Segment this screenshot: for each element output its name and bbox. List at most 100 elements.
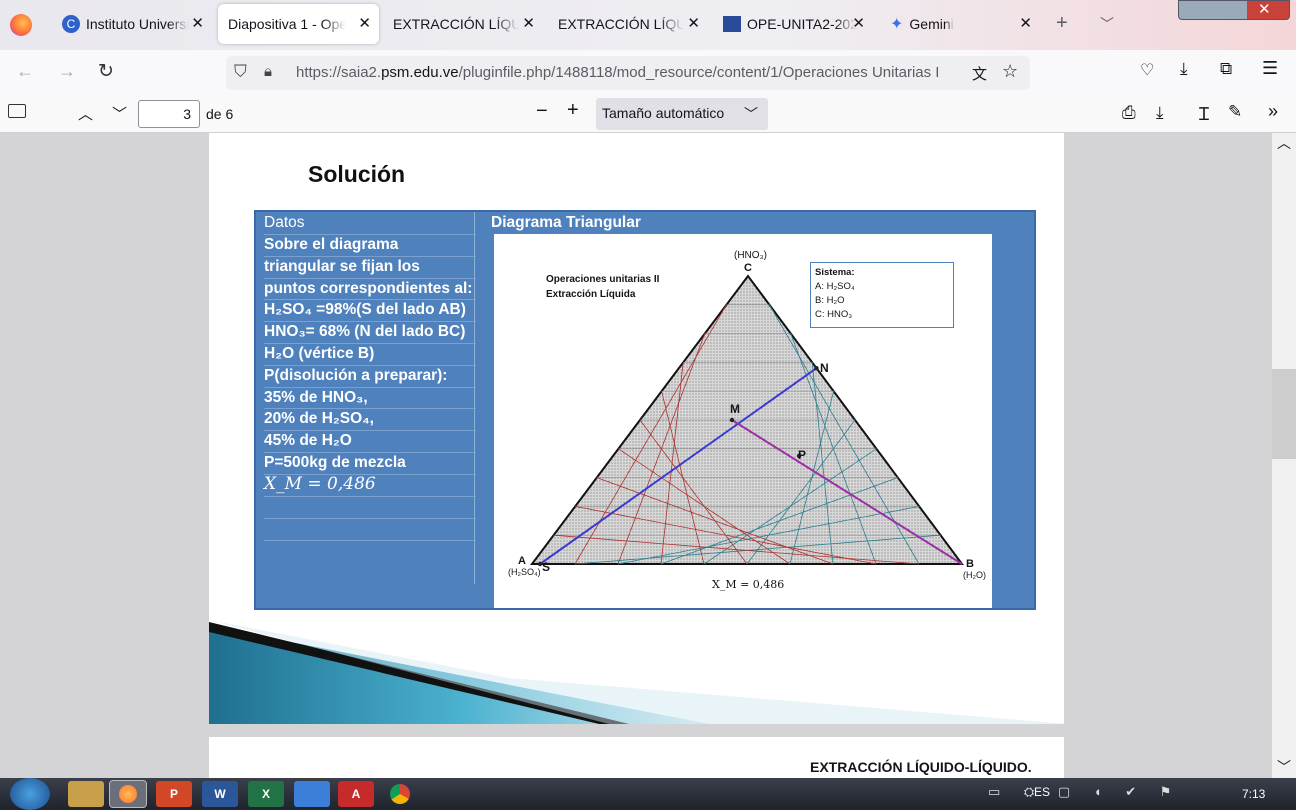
sistema-title: Sistema: [815,267,855,278]
download-icon[interactable]: ⤓ [1180,59,1188,79]
gemini-icon: ✦ [890,16,904,33]
chrome-icon[interactable] [382,781,418,807]
tab-extraccion-2[interactable]: EXTRACCIÓN LÍQUID ✕ [548,4,708,44]
point-n: N [820,361,829,375]
close-icon[interactable]: ✕ [852,14,865,32]
close-icon[interactable]: ✕ [522,14,535,32]
close-icon[interactable]: ✕ [1019,14,1032,32]
clock: 7:13 [1242,787,1266,801]
vertex-b: B [966,558,974,570]
data-line: 45% de H₂O [264,432,352,450]
site-icon: C [62,15,80,33]
lock-icon[interactable]: 🔒︎ [264,63,272,80]
tray-icons[interactable]: ▭ ⛭ ▢ ◖ ✔ ⚑ [988,784,1218,804]
app-icon[interactable] [294,781,330,807]
zoom-select[interactable]: Tamaño automático ﹀ [596,98,768,130]
tab-gemini[interactable]: ✦ Gemini ✕ [880,4,1040,44]
new-tab-icon[interactable]: + [1056,12,1068,35]
xm-value: X_M = 0,486 [264,474,376,494]
page-count: de 6 [206,106,234,122]
pdf-page-2: EXTRACCIÓN LÍQUIDO-LÍQUIDO. [209,737,1064,778]
scroll-up-icon[interactable]: ︿ [1277,133,1291,153]
pdf-viewer[interactable]: Solución Datos Diagrama Triangular Sobre… [0,133,1296,778]
sidebar-toggle-icon[interactable] [8,104,26,118]
row-line [264,540,476,541]
back-icon[interactable]: ← [16,61,34,82]
tab-instituto[interactable]: C Instituto Universi ✕ [52,4,212,44]
diagram-xm: X_M = 0,486 [712,578,785,591]
data-line: 20% de H₂SO₄, [264,410,374,428]
scroll-thumb[interactable] [1272,369,1296,459]
draw-icon[interactable]: ✎ [1228,102,1242,122]
chevron-down-icon: ﹀ [744,106,758,122]
diagram-title-1: Operaciones unitarias II [546,274,660,285]
firefox-icon[interactable] [10,14,32,36]
bookmark-manager-icon[interactable]: ♡ [1140,60,1154,80]
point-p: P [798,448,807,462]
table-divider [474,212,475,584]
chevron-up-icon[interactable]: ︿ [78,103,93,124]
data-line: H₂O (vértice B) [264,345,375,362]
zoom-in-icon[interactable]: + [567,99,579,122]
zoom-select-value: Tamaño automático [602,105,725,121]
explorer-icon[interactable] [68,781,104,807]
chevron-down-icon[interactable]: ﹀ [112,103,127,124]
window-controls[interactable] [1178,0,1290,20]
start-button[interactable] [10,778,50,810]
scroll-down-icon[interactable]: ﹀ [1277,757,1291,777]
tab-ope-unita[interactable]: OPE-UNITA2-202 ✕ [713,4,873,44]
label-hno3: (HNO₃) [734,250,767,261]
data-line: puntos correspondientes al: [264,279,473,297]
triangle-diagram: Operaciones unitarias II Extracción Líqu… [494,234,992,608]
forward-icon[interactable]: → [58,61,76,82]
diagram-title-2: Extracción Líquida [546,289,636,300]
vertex-a: A [518,555,526,567]
row-line [264,496,476,497]
tab-bar: C Instituto Universi ✕ Diapositiva 1 - O… [0,0,1296,50]
chevron-down-icon[interactable]: ﹀ [1100,14,1114,34]
tab-label: Instituto Universi [86,16,190,32]
menu-icon[interactable]: ☰ [1262,58,1278,79]
extensions-icon[interactable]: ⧉ [1220,59,1232,79]
word-icon[interactable]: W [202,781,238,807]
reload-icon[interactable]: ↻ [98,60,114,83]
save-icon[interactable]: ⤓ [1156,103,1164,123]
url-text[interactable]: https://saia2.psm.edu.ve/pluginfile.php/… [296,64,956,81]
row-line [264,518,476,519]
more-tools-icon[interactable]: » [1268,101,1278,122]
zoom-out-icon[interactable]: − [536,100,548,123]
sistema-box: Sistema: A: H₂SO₄ B: H₂O C: HNO₃ [810,262,954,328]
close-icon[interactable]: ✕ [687,14,700,32]
label-h2o: (H₂O) [963,570,986,580]
page-number-input[interactable]: 3 [138,100,200,128]
text-tool-icon[interactable]: Ɪ [1199,102,1209,126]
firefox-taskbar-icon[interactable] [109,780,147,808]
close-window-icon[interactable]: ✕ [1258,0,1271,18]
tab-label: EXTRACCIÓN LÍQUID [558,16,684,32]
excel-icon[interactable]: X [248,781,284,807]
shield-icon[interactable]: ⛉ [234,62,247,82]
tab-extraccion-1[interactable]: EXTRACCIÓN LÍQUID ✕ [383,4,543,44]
column-header-diagram: Diagrama Triangular [491,214,641,231]
translate-icon[interactable]: 文 [972,63,987,84]
print-icon[interactable]: ⎙ [1122,103,1136,123]
pdf-doc-icon [723,16,741,32]
vertex-c: C [744,262,752,274]
close-icon[interactable]: ✕ [358,14,371,32]
star-icon[interactable]: ☆ [1002,61,1018,82]
slide-heading: Solución [308,161,406,187]
data-line: Sobre el diagrama [264,236,399,253]
scrollbar[interactable]: ︿ ﹀ [1272,133,1296,778]
tab-label: EXTRACCIÓN LÍQUID [393,16,519,32]
close-icon[interactable]: ✕ [191,14,204,32]
page2-heading: EXTRACCIÓN LÍQUIDO-LÍQUIDO. [810,759,1032,775]
data-line: P=500kg de mezcla [264,454,406,471]
tab-diapositiva[interactable]: Diapositiva 1 - Opera ✕ [218,4,379,44]
acrobat-icon[interactable]: A [338,781,374,807]
url-bar[interactable]: ⛉ 🔒︎ https://saia2.psm.edu.ve/pluginfile… [226,56,1030,90]
point-marker [814,365,819,371]
point-marker [729,417,735,423]
powerpoint-icon[interactable]: P [156,781,192,807]
tab-label: OPE-UNITA2-202 [747,16,857,32]
sistema-b: B: H₂O [815,295,845,306]
